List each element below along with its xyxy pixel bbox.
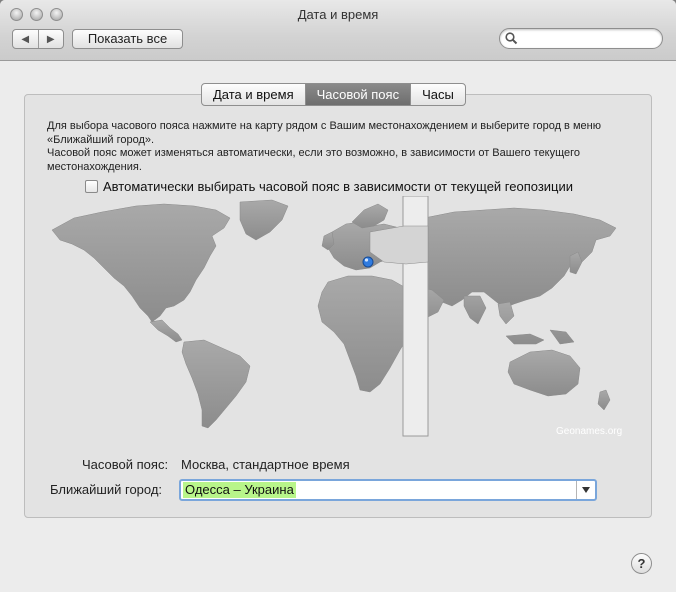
- location-pin-icon[interactable]: [362, 256, 374, 268]
- auto-timezone-checkbox[interactable]: [85, 180, 98, 193]
- new-zealand-land: [597, 389, 611, 411]
- back-button[interactable]: ◀: [13, 30, 38, 48]
- closest-city-dropdown-button[interactable]: [576, 481, 595, 499]
- closest-city-label: Ближайший город:: [50, 482, 163, 497]
- timezone-label: Часовой пояс:: [82, 457, 169, 472]
- tab-bar: Дата и время Часовой пояс Часы: [201, 83, 466, 106]
- tab-timezone[interactable]: Часовой пояс: [304, 84, 411, 105]
- geonames-credit: Geonames.org: [556, 426, 623, 437]
- central-america-land: [149, 319, 183, 343]
- location-pin-shine: [364, 258, 369, 262]
- forward-button[interactable]: ▶: [37, 30, 64, 48]
- timezone-value: Москва, стандартное время: [181, 457, 350, 472]
- closest-city-combobox[interactable]: Одесса – Украина: [179, 479, 597, 501]
- australia-land: [507, 349, 581, 397]
- titlebar: Дата и время ◀ ▶ Показать все: [0, 0, 676, 61]
- north-america-land: [51, 203, 231, 323]
- show-all-button[interactable]: Показать все: [72, 29, 183, 49]
- search-input[interactable]: [499, 28, 663, 49]
- closest-city-value[interactable]: Одесса – Украина: [183, 482, 296, 498]
- date-time-window: Дата и время ◀ ▶ Показать все Дата и вре…: [0, 0, 676, 592]
- southeast-asia-land: [497, 301, 575, 345]
- auto-timezone-option: Автоматически выбирать часовой пояс в за…: [85, 179, 573, 194]
- chevron-down-icon: [582, 487, 590, 493]
- help-button[interactable]: ?: [631, 553, 652, 574]
- tab-date-time[interactable]: Дата и время: [202, 84, 305, 105]
- south-america-land: [181, 339, 251, 429]
- back-arrow-icon: ◀: [21, 33, 30, 45]
- africa-land: [317, 275, 417, 393]
- forward-arrow-icon: ▶: [46, 33, 55, 45]
- window-title: Дата и время: [297, 7, 379, 22]
- navigation-segment: ◀ ▶: [12, 29, 64, 49]
- timezone-region-highlight: [369, 225, 429, 265]
- greenland-land: [239, 199, 289, 241]
- instructions-text: Для выбора часового пояса нажмите на кар…: [47, 120, 637, 174]
- search-icon: [505, 32, 518, 45]
- world-map[interactable]: [44, 196, 632, 440]
- tab-clock[interactable]: Часы: [410, 84, 465, 105]
- instructions-line-2: Часовой пояс может изменяться автоматиче…: [47, 147, 581, 173]
- auto-timezone-label: Автоматически выбирать часовой пояс в за…: [103, 179, 574, 194]
- instructions-line-1: Для выбора часового пояса нажмите на кар…: [47, 120, 601, 146]
